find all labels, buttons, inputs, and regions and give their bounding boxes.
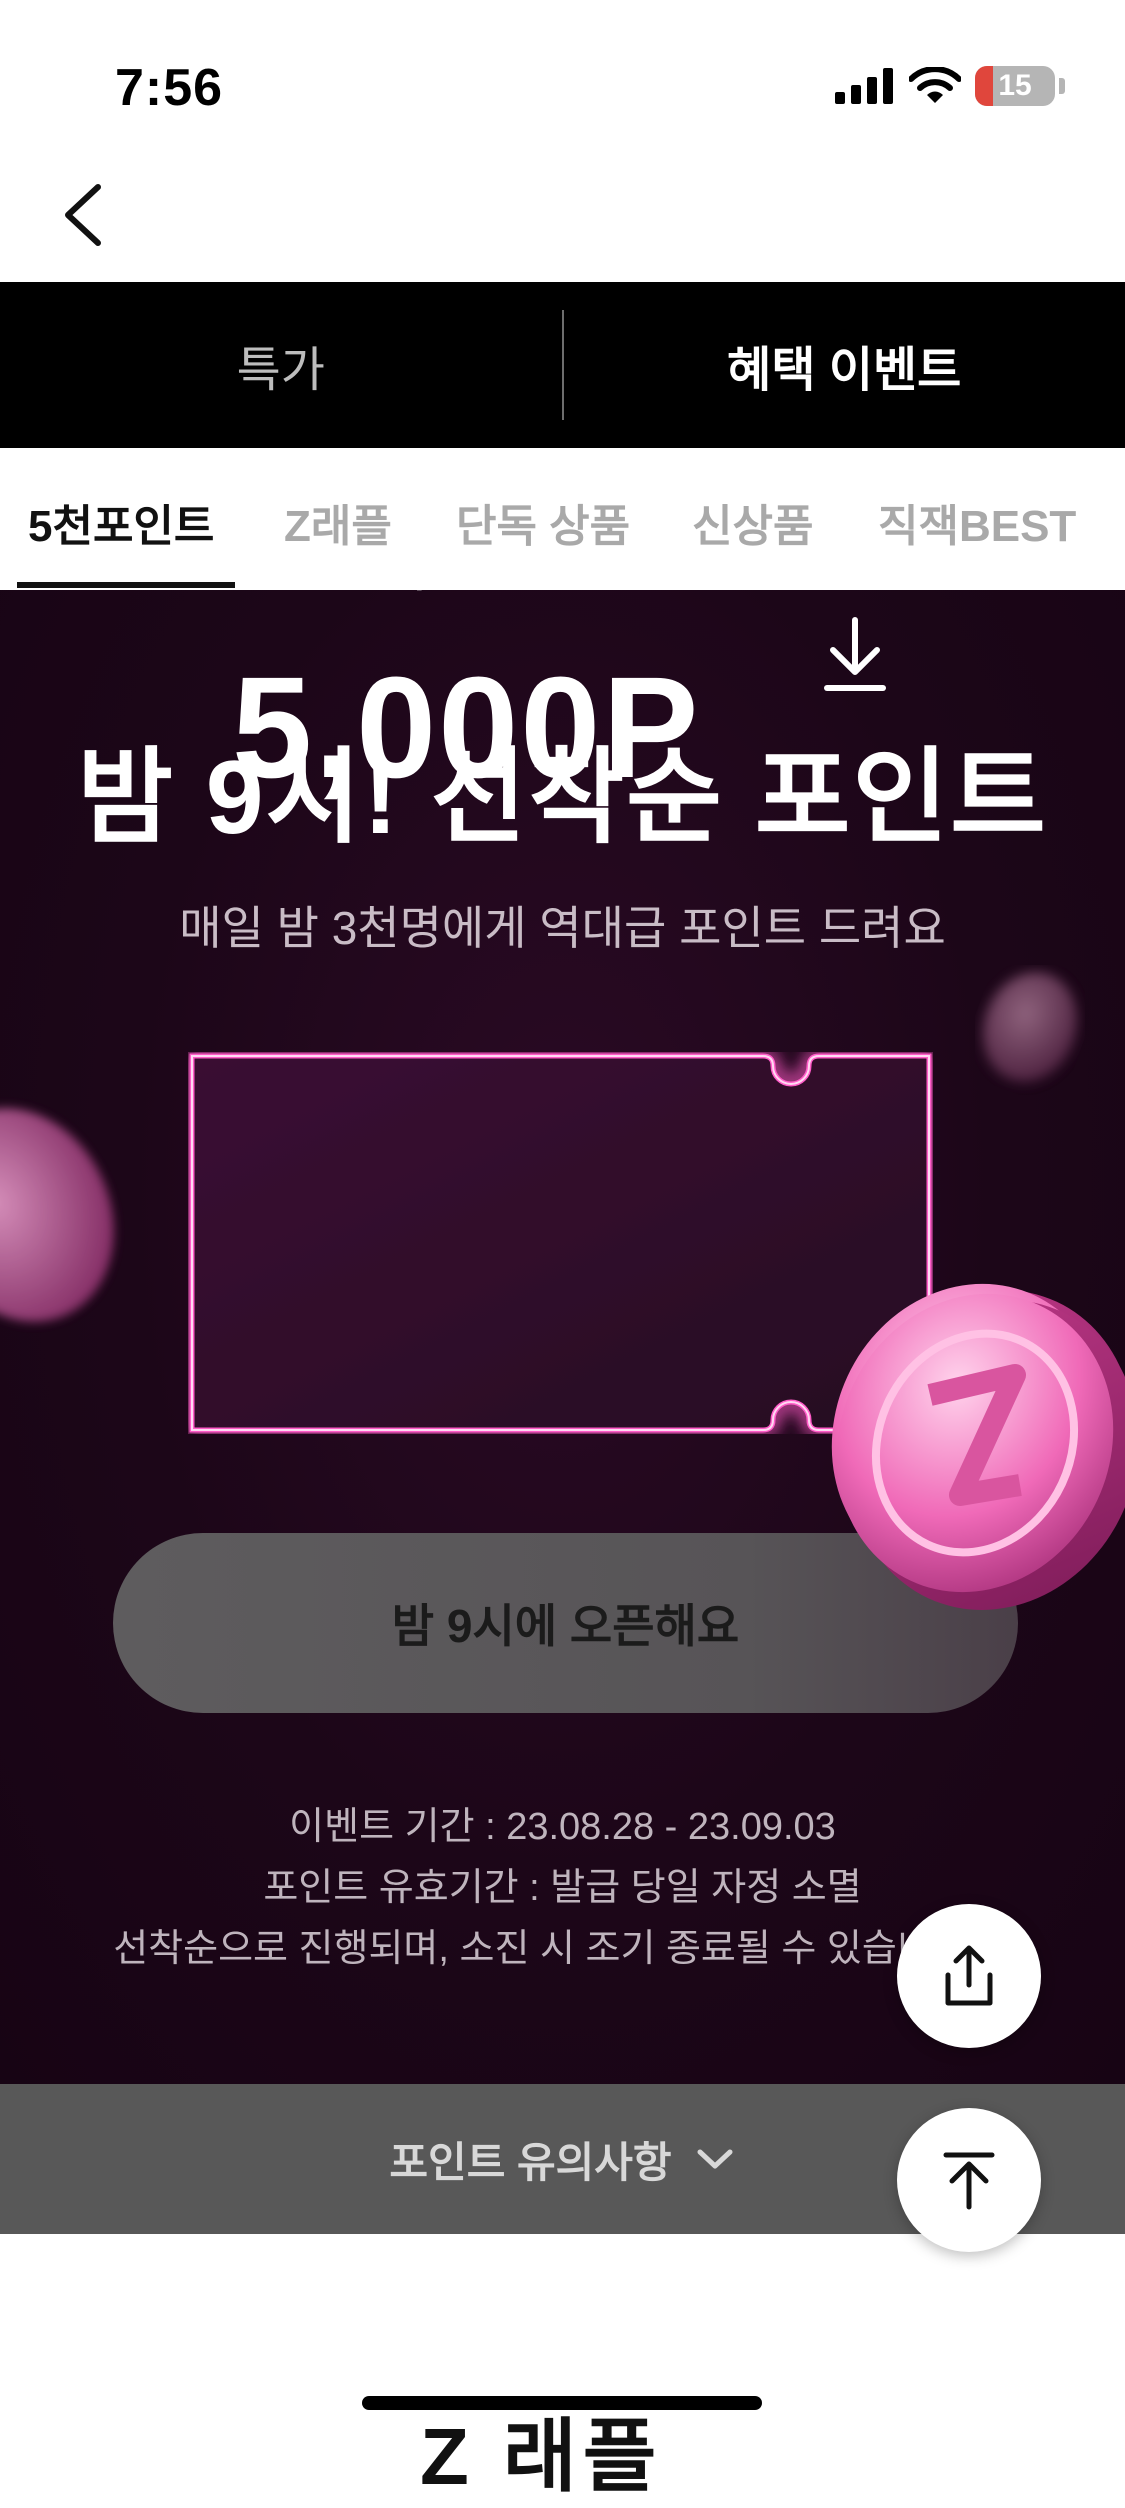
coin-small-decoration bbox=[975, 965, 1085, 1095]
tab-special-deals[interactable]: 특가 bbox=[0, 282, 562, 448]
tab-benefit-events[interactable]: 혜택 이벤트 bbox=[564, 282, 1125, 448]
battery-icon: 15 bbox=[975, 66, 1055, 106]
download-icon bbox=[815, 610, 895, 700]
coin-front-decoration bbox=[815, 1265, 1125, 1625]
scroll-to-top-button[interactable] bbox=[897, 2108, 1041, 2252]
chevron-down-icon bbox=[694, 2144, 736, 2174]
status-icons: 15 bbox=[835, 64, 1065, 108]
subtab-exclusive[interactable]: 단독 상품 bbox=[456, 490, 630, 554]
point-validity-text: 포인트 유효기간 : 발급 당일 자정 소멸 bbox=[0, 1856, 1125, 1911]
back-button[interactable] bbox=[50, 175, 120, 255]
download-coupon-button[interactable] bbox=[815, 610, 895, 700]
cellular-signal-icon bbox=[835, 68, 895, 104]
event-period-text: 이벤트 기간 : 23.08.28 - 23.09.03 bbox=[0, 1795, 1125, 1850]
subtab-5k-points[interactable]: 5천포인트 bbox=[28, 490, 214, 554]
share-icon bbox=[934, 1941, 1004, 2011]
wifi-icon bbox=[909, 67, 961, 105]
coin-left-decoration bbox=[0, 1085, 150, 1345]
ticket-amount: 5,000P bbox=[232, 645, 700, 811]
hero-subtitle: 매일 밤 3천명에게 역대급 포인트 드려요 bbox=[0, 892, 1125, 958]
notice-label: 포인트 유의사항 bbox=[389, 2129, 671, 2190]
subtab-new-products[interactable]: 신상품 bbox=[692, 490, 813, 554]
sub-tab-bar: 5천포인트 Z래플 단독 상품 신상품 직잭BEST bbox=[0, 448, 1125, 590]
status-time: 7:56 bbox=[115, 58, 223, 118]
active-tab-indicator bbox=[17, 582, 235, 588]
top-tab-bar: 특가 혜택 이벤트 bbox=[0, 282, 1125, 448]
subtab-best[interactable]: 직잭BEST bbox=[878, 490, 1076, 554]
battery-level: 15 bbox=[975, 69, 1055, 103]
share-button[interactable] bbox=[897, 1904, 1041, 2048]
ticket-label: 밤 9시 선착순 bbox=[236, 540, 464, 598]
battery-cap bbox=[1059, 78, 1065, 94]
home-indicator[interactable] bbox=[362, 2396, 762, 2410]
scroll-to-top-icon bbox=[934, 2145, 1004, 2215]
chevron-left-icon bbox=[50, 175, 120, 255]
